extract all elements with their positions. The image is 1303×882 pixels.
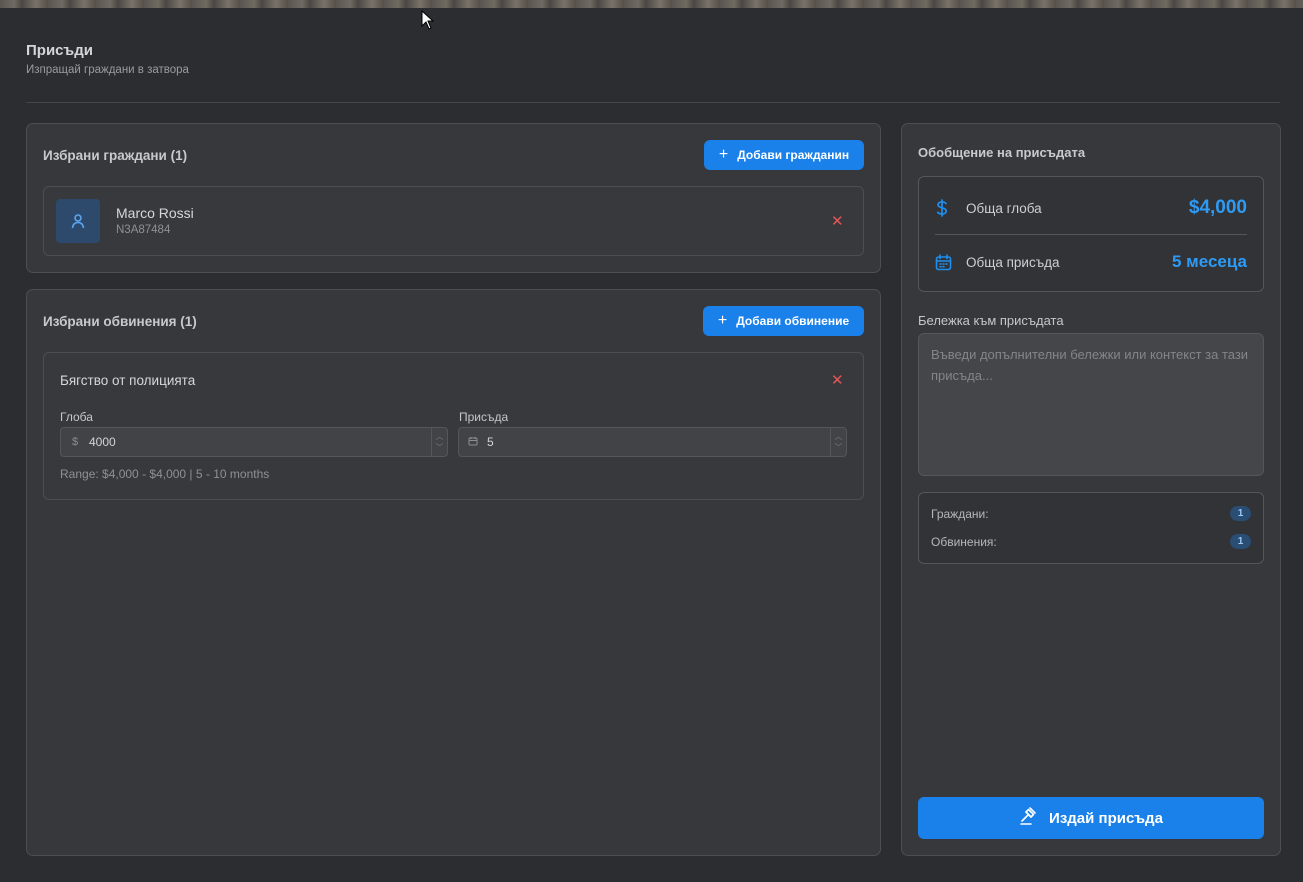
total-sentence-value: 5 месеца bbox=[1171, 252, 1247, 271]
issue-sentence-button-label: Издай присъда bbox=[1049, 809, 1163, 827]
citizens-count-row: Граждани: 1 bbox=[931, 506, 1251, 521]
fine-input[interactable]: $ 4000 ︿ ﹀ bbox=[60, 427, 448, 457]
citizen-id: N3A87484 bbox=[116, 224, 171, 236]
fine-value: 4000 bbox=[89, 435, 116, 449]
summary-totals: Обща глоба $4,000 Обща присъда 5 месеца bbox=[918, 176, 1264, 292]
page-subtitle: Изпращай граждани в затвора bbox=[26, 64, 189, 76]
add-charge-button[interactable]: + Добави обвинение bbox=[703, 306, 864, 336]
charges-panel: Избрани обвинения (1) + Добави обвинение… bbox=[26, 289, 881, 856]
add-citizen-button[interactable]: + Добави гражданин bbox=[704, 140, 864, 170]
add-citizen-button-label: Добави гражданин bbox=[737, 148, 850, 162]
charges-panel-title: Избрани обвинения (1) bbox=[43, 314, 197, 329]
page-header: Присъди Изпращай граждани в затвора bbox=[26, 42, 189, 76]
sentence-label: Присъда bbox=[459, 410, 509, 424]
charge-name: Бягство от полицията bbox=[60, 373, 196, 388]
summary-panel-title: Обобщение на присъдата bbox=[918, 145, 1086, 160]
plus-icon: + bbox=[718, 146, 729, 163]
citizens-count-label: Граждани: bbox=[931, 506, 989, 521]
citizen-name: Marco Rossi bbox=[116, 205, 194, 221]
fine-stepper[interactable]: ︿ ﹀ bbox=[431, 428, 447, 456]
plus-icon: + bbox=[717, 312, 728, 329]
remove-charge-close-icon[interactable]: ✕ bbox=[831, 373, 844, 388]
issue-sentence-button[interactable]: Издай присъда bbox=[918, 797, 1264, 839]
charges-count-label: Обвинения: bbox=[931, 534, 997, 549]
summary-panel: Обобщение на присъдата Обща глоба $4,000… bbox=[901, 123, 1281, 856]
total-sentence-label: Обща присъда bbox=[966, 254, 1060, 270]
counts-box: Граждани: 1 Обвинения: 1 bbox=[918, 492, 1264, 564]
citizen-card: Marco Rossi N3A87484 ✕ bbox=[43, 186, 864, 256]
sentence-value: 5 bbox=[487, 435, 494, 449]
citizens-count-badge: 1 bbox=[1230, 506, 1251, 521]
remove-citizen-close-icon[interactable]: ✕ bbox=[831, 214, 844, 229]
dollar-icon bbox=[935, 199, 957, 217]
calendar-icon bbox=[935, 253, 957, 271]
mouse-cursor-icon bbox=[421, 10, 435, 30]
dollar-icon: $ bbox=[71, 436, 79, 448]
sentence-input[interactable]: 5 ︿ ﹀ bbox=[458, 427, 847, 457]
citizens-panel: Избрани граждани (1) + Добави гражданин … bbox=[26, 123, 881, 273]
total-sentence-row: Обща присъда 5 месеца bbox=[935, 250, 1247, 274]
header-divider bbox=[26, 102, 1280, 103]
charges-count-badge: 1 bbox=[1230, 534, 1251, 549]
total-fine-value: $4,000 bbox=[1188, 197, 1247, 218]
total-fine-label: Обща глоба bbox=[966, 200, 1042, 216]
total-fine-row: Обща глоба $4,000 bbox=[935, 196, 1247, 220]
gavel-icon bbox=[1019, 806, 1039, 830]
calendar-icon bbox=[459, 436, 487, 449]
fine-label: Глоба bbox=[60, 410, 93, 424]
note-textarea[interactable] bbox=[918, 333, 1264, 476]
summary-divider bbox=[935, 234, 1247, 235]
user-icon bbox=[56, 199, 100, 243]
charges-count-row: Обвинения: 1 bbox=[931, 534, 1251, 549]
background-strip bbox=[0, 0, 1303, 8]
note-label: Бележка към присъдата bbox=[918, 313, 1064, 328]
page-title: Присъди bbox=[26, 42, 93, 59]
add-charge-button-label: Добави обвинение bbox=[736, 314, 850, 328]
charge-range: Range: $4,000 - $4,000 | 5 - 10 months bbox=[60, 467, 270, 481]
charge-card: Бягство от полицията ✕ Глоба $ 4000 ︿ ﹀ П… bbox=[43, 352, 864, 500]
citizens-panel-title: Избрани граждани (1) bbox=[43, 148, 188, 163]
sentence-stepper[interactable]: ︿ ﹀ bbox=[830, 428, 846, 456]
